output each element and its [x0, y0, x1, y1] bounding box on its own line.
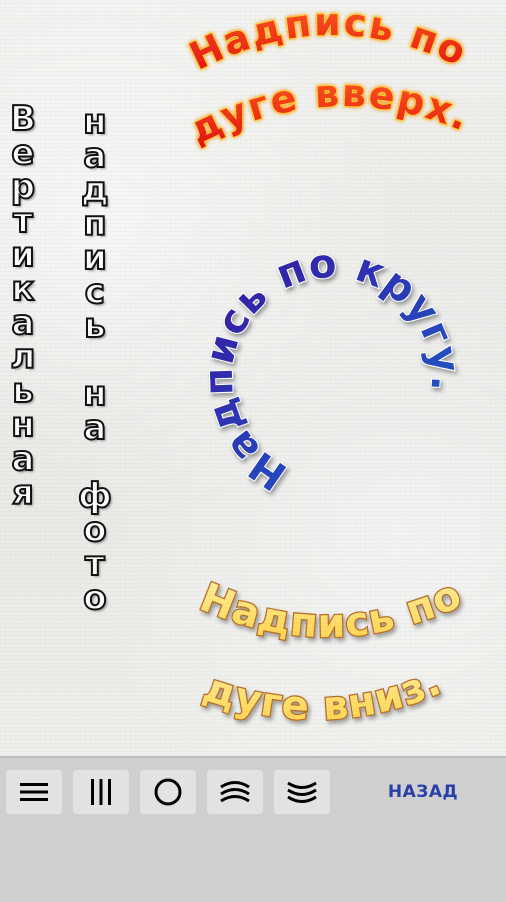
vertical-text-button[interactable] [73, 770, 129, 814]
circle-icon [154, 778, 182, 806]
app-root: Вертикальная надпись на фото Надпись по … [0, 0, 506, 902]
arc-down-text-line2[interactable]: дуге вниз. [197, 657, 449, 731]
circle-text[interactable]: Надпись по кругу. [195, 240, 469, 500]
arc-up-text-line2[interactable]: дуге вверх. [181, 70, 476, 154]
circle-text-button[interactable] [140, 770, 196, 814]
horizontal-text-button[interactable] [6, 770, 62, 814]
arc-down-text-line1[interactable]: Надпись по [192, 570, 469, 648]
arc-down-button[interactable] [274, 770, 330, 814]
horizontal-lines-icon [20, 783, 48, 801]
arc-down-icon [287, 781, 317, 803]
back-button[interactable]: НАЗАД [364, 770, 482, 814]
photo-canvas[interactable]: Вертикальная надпись на фото Надпись по … [0, 0, 506, 756]
curved-text-layer: Надпись по дуге вверх. Надпись по кругу.… [181, 0, 476, 731]
arc-up-button[interactable] [207, 770, 263, 814]
vertical-lines-icon [91, 779, 111, 805]
bottom-toolbar: НАЗАД [0, 756, 506, 902]
arc-up-text-line1[interactable]: Надпись по [182, 0, 475, 79]
arc-up-icon [220, 781, 250, 803]
